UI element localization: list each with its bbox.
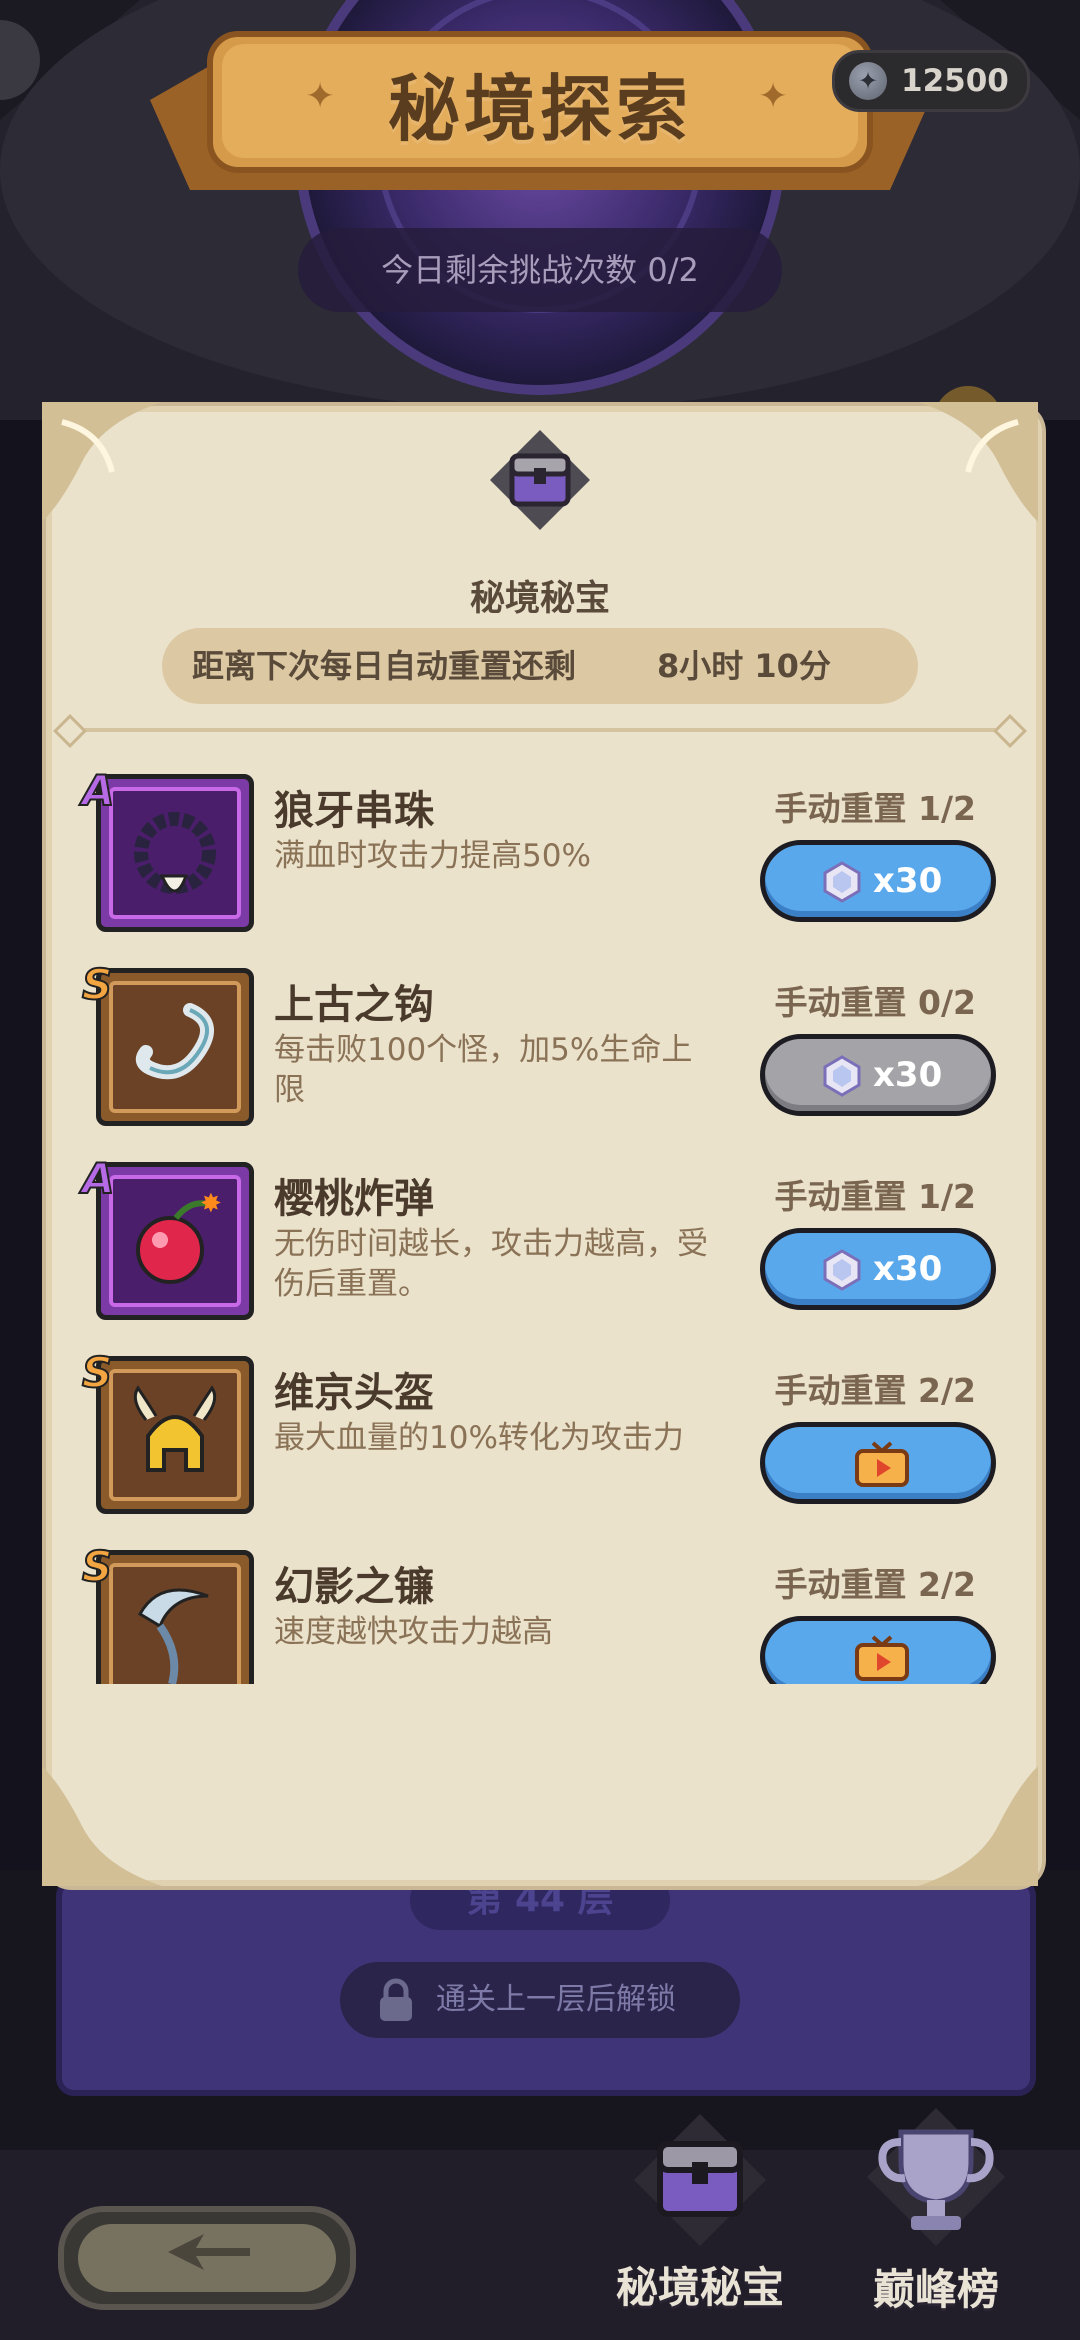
- gem-reset-button[interactable]: x30: [760, 1228, 996, 1310]
- corner-ornament-icon: [42, 402, 162, 522]
- remaining-attempts: 今日剩余挑战次数 0/2: [298, 228, 782, 312]
- ancient-hook-icon: [135, 1003, 214, 1080]
- nav-treasure[interactable]: 秘境秘宝: [600, 2110, 800, 2315]
- back-button[interactable]: [58, 2206, 356, 2310]
- viking-helmet-icon: [133, 1385, 217, 1472]
- manual-reset-count: 手动重置 1/2: [774, 789, 976, 828]
- treasure-item: S 幻影之镰 速度越快攻击力越高 手动重置 2/2: [56, 1528, 1024, 1684]
- item-description: 无伤时间越长，攻击力越高，受伤后重置。: [274, 1226, 708, 1302]
- gem-reset-button[interactable]: x30: [760, 840, 996, 922]
- item-description: 速度越快攻击力越高: [274, 1614, 553, 1650]
- treasure-item: A 狼牙串珠 满血时攻击力提高50% 手动重置 1/2 x30: [56, 752, 1024, 946]
- treasure-item: S 维京头盔 最大血量的10%转化为攻击力 手动重置 2/2: [56, 1334, 1024, 1528]
- daily-reset-timer: 距离下次每日自动重置还剩 8小时 10分: [162, 628, 918, 704]
- video-ad-icon: [855, 1441, 909, 1487]
- item-name: 维京头盔: [274, 1370, 434, 1416]
- treasure-list[interactable]: A 狼牙串珠 满血时攻击力提高50% 手动重置 1/2 x30 S 上古之钩 每…: [56, 752, 1024, 1684]
- currency-value: 12500: [901, 63, 1009, 99]
- nav-ranking[interactable]: 巅峰榜: [836, 2102, 1036, 2317]
- grade-badge: S: [81, 1541, 113, 1592]
- watch-ad-reset-button[interactable]: [760, 1616, 996, 1684]
- unlock-hint: 通关上一层后解锁: [340, 1962, 740, 2038]
- treasure-chest-icon: [490, 430, 590, 530]
- currency-display: 12500: [832, 50, 1030, 112]
- manual-reset-count: 手动重置 0/2: [774, 983, 976, 1022]
- gem-icon: [823, 1249, 861, 1291]
- item-description: 最大血量的10%转化为攻击力: [274, 1420, 684, 1456]
- gem-icon: [823, 1055, 861, 1097]
- treasure-item: A ✸ 樱桃炸弹 无伤时间越长，攻击力越高，受伤后重置。 手动重置 1/2 x3…: [56, 1140, 1024, 1334]
- cherry-bomb-icon: ✸: [136, 1189, 222, 1284]
- item-name: 幻影之镰: [274, 1564, 434, 1610]
- treasure-item: S 上古之钩 每击败100个怪，加5%生命上限 手动重置 0/2 x30: [56, 946, 1024, 1140]
- corner-ornament-icon: [918, 402, 1038, 522]
- item-description: 每击败100个怪，加5%生命上限: [274, 1032, 693, 1108]
- item-name: 狼牙串珠: [274, 788, 434, 834]
- reset-time: 8小时 10分: [657, 647, 831, 685]
- corner-ornament-icon: [918, 1766, 1038, 1886]
- gem-reset-button-disabled[interactable]: x30: [760, 1034, 996, 1116]
- svg-text:✸: ✸: [200, 1189, 222, 1219]
- manual-reset-count: 手动重置 2/2: [774, 1371, 976, 1410]
- fang-bead-necklace-icon: [134, 812, 216, 894]
- manual-reset-count: 手动重置 1/2: [774, 1177, 976, 1216]
- back-arrow-icon: [168, 2234, 250, 2270]
- grade-badge: A: [81, 765, 115, 816]
- manual-reset-count: 手动重置 2/2: [774, 1565, 976, 1604]
- treasure-title: 秘境秘宝: [469, 579, 610, 619]
- item-description: 满血时攻击力提高50%: [274, 838, 591, 874]
- treasure-chest-icon: [634, 2114, 766, 2246]
- watch-ad-reset-button[interactable]: [760, 1422, 996, 1504]
- grade-badge: S: [81, 1347, 113, 1398]
- nav-treasure-label: 秘境秘宝: [615, 2263, 784, 2312]
- gem-cost: x30: [873, 1249, 943, 1289]
- nav-ranking-label: 巅峰榜: [872, 2265, 999, 2314]
- corner-ornament-icon: [42, 1766, 162, 1886]
- gem-cost: x30: [873, 861, 943, 901]
- phantom-sickle-icon: [137, 1588, 209, 1684]
- reset-label: 距离下次每日自动重置还剩: [192, 647, 577, 685]
- unlock-text: 通关上一层后解锁: [436, 1982, 676, 2017]
- grade-badge: A: [81, 1153, 115, 1204]
- trophy-icon: [867, 2108, 1005, 2246]
- gem-cost: x30: [873, 1055, 943, 1095]
- item-name: 樱桃炸弹: [274, 1176, 434, 1222]
- divider: [64, 728, 1016, 732]
- star-coin-icon: [849, 62, 887, 100]
- video-ad-icon: [855, 1635, 909, 1681]
- gem-icon: [823, 861, 861, 903]
- lock-icon: [380, 1978, 412, 2021]
- grade-badge: S: [81, 959, 113, 1010]
- item-name: 上古之钩: [274, 982, 434, 1028]
